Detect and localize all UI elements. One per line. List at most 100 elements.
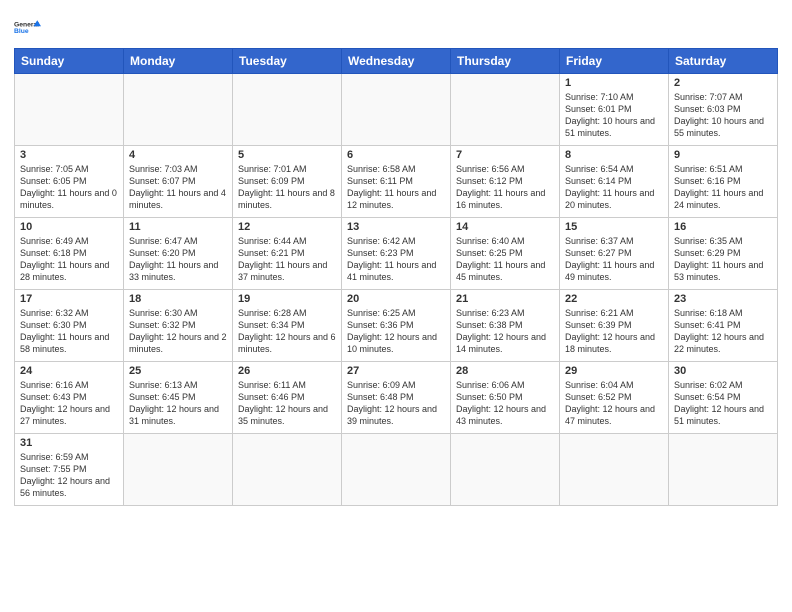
logo: GeneralBlue (14, 12, 48, 42)
cell-date: 1 (565, 77, 663, 89)
cell-info: Sunrise: 6:13 AM Sunset: 6:45 PM Dayligh… (129, 379, 227, 428)
cell-date: 24 (20, 365, 118, 377)
header-day-tuesday: Tuesday (233, 49, 342, 74)
calendar-cell: 20Sunrise: 6:25 AM Sunset: 6:36 PM Dayli… (342, 290, 451, 362)
week-row-5: 31Sunrise: 6:59 AM Sunset: 7:55 PM Dayli… (15, 434, 778, 506)
header-day-wednesday: Wednesday (342, 49, 451, 74)
cell-info: Sunrise: 6:18 AM Sunset: 6:41 PM Dayligh… (674, 307, 772, 356)
cell-date: 14 (456, 221, 554, 233)
calendar-cell: 24 Sunrise: 6:16 AM Sunset: 6:43 PM Dayli… (15, 362, 124, 434)
calendar-cell: 27Sunrise: 6:09 AM Sunset: 6:48 PM Dayli… (342, 362, 451, 434)
calendar-cell: 10Sunrise: 6:49 AM Sunset: 6:18 PM Dayli… (15, 218, 124, 290)
cell-date: 13 (347, 221, 445, 233)
calendar-cell: 26Sunrise: 6:11 AM Sunset: 6:46 PM Dayli… (233, 362, 342, 434)
calendar-cell: 13 Sunrise: 6:42 AM Sunset: 6:23 PM Dayli… (342, 218, 451, 290)
cell-date: 2 (674, 77, 772, 89)
week-row-0: 1Sunrise: 7:10 AM Sunset: 6:01 PM Daylig… (15, 74, 778, 146)
cell-date: 28 (456, 365, 554, 377)
cell-info: Sunrise: 6:11 AM Sunset: 6:46 PM Dayligh… (238, 379, 336, 428)
cell-date: 3 (20, 149, 118, 161)
calendar-cell: 16 Sunrise: 6:35 AM Sunset: 6:29 PM Dayli… (669, 218, 778, 290)
cell-info: Sunrise: 6:44 AM Sunset: 6:21 PM Dayligh… (238, 235, 336, 284)
cell-date: 4 (129, 149, 227, 161)
cell-date: 25 (129, 365, 227, 377)
calendar-cell: 25 Sunrise: 6:13 AM Sunset: 6:45 PM Dayli… (124, 362, 233, 434)
cell-date: 22 (565, 293, 663, 305)
calendar-cell: 17 Sunrise: 6:32 AM Sunset: 6:30 PM Dayli… (15, 290, 124, 362)
calendar-cell: 14 Sunrise: 6:40 AM Sunset: 6:25 PM Dayli… (451, 218, 560, 290)
week-row-2: 10Sunrise: 6:49 AM Sunset: 6:18 PM Dayli… (15, 218, 778, 290)
cell-info: Sunrise: 6:23 AM Sunset: 6:38 PM Dayligh… (456, 307, 554, 356)
calendar-cell (233, 74, 342, 146)
calendar-table: SundayMondayTuesdayWednesdayThursdayFrid… (14, 48, 778, 506)
cell-date: 15 (565, 221, 663, 233)
header-day-saturday: Saturday (669, 49, 778, 74)
calendar-cell (342, 434, 451, 506)
calendar-cell (342, 74, 451, 146)
calendar-cell: 22 Sunrise: 6:21 AM Sunset: 6:39 PM Dayli… (560, 290, 669, 362)
cell-info: Sunrise: 6:21 AM Sunset: 6:39 PM Dayligh… (565, 307, 663, 356)
cell-info: Sunrise: 6:37 AM Sunset: 6:27 PM Dayligh… (565, 235, 663, 284)
header-day-friday: Friday (560, 49, 669, 74)
cell-date: 9 (674, 149, 772, 161)
cell-info: Sunrise: 6:51 AM Sunset: 6:16 PM Dayligh… (674, 163, 772, 212)
calendar-cell: 18 Sunrise: 6:30 AM Sunset: 6:32 PM Dayli… (124, 290, 233, 362)
cell-date: 8 (565, 149, 663, 161)
calendar-cell (560, 434, 669, 506)
cell-date: 17 (20, 293, 118, 305)
cell-info: Sunrise: 6:58 AM Sunset: 6:11 PM Dayligh… (347, 163, 445, 212)
header-day-monday: Monday (124, 49, 233, 74)
cell-date: 5 (238, 149, 336, 161)
header: GeneralBlue (14, 12, 778, 42)
calendar-cell: 7Sunrise: 6:56 AM Sunset: 6:12 PM Daylig… (451, 146, 560, 218)
cell-date: 19 (238, 293, 336, 305)
cell-info: Sunrise: 6:06 AM Sunset: 6:50 PM Dayligh… (456, 379, 554, 428)
week-row-3: 17 Sunrise: 6:32 AM Sunset: 6:30 PM Dayli… (15, 290, 778, 362)
cell-info: Sunrise: 6:40 AM Sunset: 6:25 PM Dayligh… (456, 235, 554, 284)
calendar-cell: 28 Sunrise: 6:06 AM Sunset: 6:50 PM Dayli… (451, 362, 560, 434)
cell-date: 6 (347, 149, 445, 161)
week-row-1: 3 Sunrise: 7:05 AM Sunset: 6:05 PM Daylig… (15, 146, 778, 218)
cell-info: Sunrise: 6:28 AM Sunset: 6:34 PM Dayligh… (238, 307, 336, 356)
week-row-4: 24 Sunrise: 6:16 AM Sunset: 6:43 PM Dayli… (15, 362, 778, 434)
cell-info: Sunrise: 7:07 AM Sunset: 6:03 PM Dayligh… (674, 91, 772, 140)
cell-info: Sunrise: 6:42 AM Sunset: 6:23 PM Dayligh… (347, 235, 445, 284)
cell-info: Sunrise: 7:05 AM Sunset: 6:05 PM Dayligh… (20, 163, 118, 212)
cell-info: Sunrise: 6:04 AM Sunset: 6:52 PM Dayligh… (565, 379, 663, 428)
calendar-cell: 21Sunrise: 6:23 AM Sunset: 6:38 PM Dayli… (451, 290, 560, 362)
cell-date: 18 (129, 293, 227, 305)
calendar-cell: 2 Sunrise: 7:07 AM Sunset: 6:03 PM Daylig… (669, 74, 778, 146)
calendar-cell (124, 74, 233, 146)
cell-date: 7 (456, 149, 554, 161)
calendar-cell (233, 434, 342, 506)
cell-date: 11 (129, 221, 227, 233)
calendar-cell: 15 Sunrise: 6:37 AM Sunset: 6:27 PM Dayli… (560, 218, 669, 290)
cell-date: 16 (674, 221, 772, 233)
cell-date: 10 (20, 221, 118, 233)
calendar-cell: 19 Sunrise: 6:28 AM Sunset: 6:34 PM Dayli… (233, 290, 342, 362)
cell-info: Sunrise: 6:54 AM Sunset: 6:14 PM Dayligh… (565, 163, 663, 212)
cell-info: Sunrise: 6:09 AM Sunset: 6:48 PM Dayligh… (347, 379, 445, 428)
cell-info: Sunrise: 6:47 AM Sunset: 6:20 PM Dayligh… (129, 235, 227, 284)
svg-text:Blue: Blue (14, 28, 29, 35)
cell-info: Sunrise: 6:02 AM Sunset: 6:54 PM Dayligh… (674, 379, 772, 428)
cell-info: Sunrise: 6:30 AM Sunset: 6:32 PM Dayligh… (129, 307, 227, 356)
calendar-cell: 9 Sunrise: 6:51 AM Sunset: 6:16 PM Daylig… (669, 146, 778, 218)
cell-info: Sunrise: 6:16 AM Sunset: 6:43 PM Dayligh… (20, 379, 118, 428)
cell-date: 30 (674, 365, 772, 377)
calendar-cell: 29Sunrise: 6:04 AM Sunset: 6:52 PM Dayli… (560, 362, 669, 434)
calendar-cell (669, 434, 778, 506)
logo-icon: GeneralBlue (14, 12, 44, 42)
calendar-cell: 30 Sunrise: 6:02 AM Sunset: 6:54 PM Dayli… (669, 362, 778, 434)
calendar-cell: 6 Sunrise: 6:58 AM Sunset: 6:11 PM Daylig… (342, 146, 451, 218)
cell-date: 31 (20, 437, 118, 449)
calendar-cell (451, 434, 560, 506)
cell-date: 12 (238, 221, 336, 233)
calendar-cell: 3 Sunrise: 7:05 AM Sunset: 6:05 PM Daylig… (15, 146, 124, 218)
calendar-cell: 4Sunrise: 7:03 AM Sunset: 6:07 PM Daylig… (124, 146, 233, 218)
cell-info: Sunrise: 6:35 AM Sunset: 6:29 PM Dayligh… (674, 235, 772, 284)
cell-info: Sunrise: 6:32 AM Sunset: 6:30 PM Dayligh… (20, 307, 118, 356)
cell-date: 20 (347, 293, 445, 305)
header-day-sunday: Sunday (15, 49, 124, 74)
calendar-cell: 8 Sunrise: 6:54 AM Sunset: 6:14 PM Daylig… (560, 146, 669, 218)
